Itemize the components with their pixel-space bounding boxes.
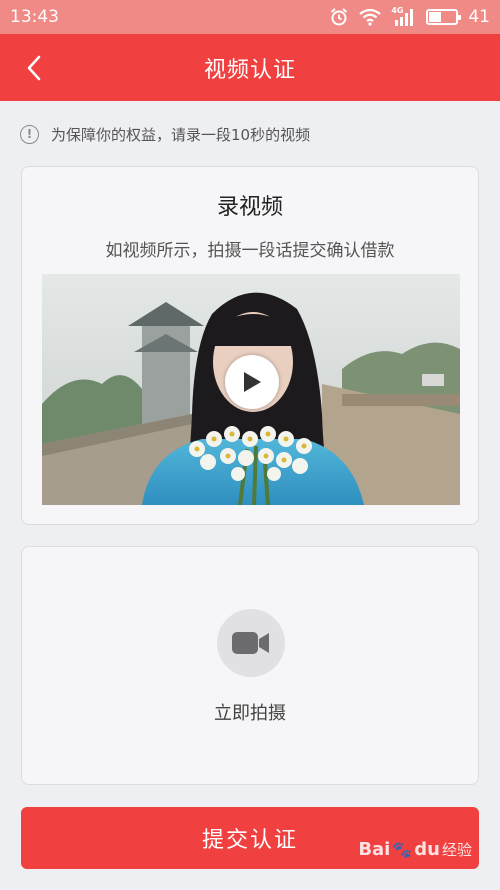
record-label: 立即拍摄 [214, 703, 286, 724]
sample-video-card: 录视频 如视频所示，拍摄一段话提交确认借款 [21, 166, 479, 525]
sample-video[interactable] [42, 274, 460, 505]
status-time: 13:43 [10, 7, 59, 27]
submit-label: 提交认证 [201, 828, 298, 853]
battery-level: 41 [468, 7, 490, 27]
battery-icon [426, 9, 462, 25]
status-bar: 13:43 4G 41 [0, 0, 500, 34]
info-icon: ! [20, 124, 39, 144]
video-card-title: 录视频 [216, 195, 283, 220]
watermark-brand-suffix: du [414, 839, 440, 860]
watermark-brand: Bai [358, 839, 391, 860]
play-icon [244, 372, 261, 392]
wifi-icon [359, 8, 382, 26]
record-button[interactable] [217, 609, 285, 677]
notice-text: 为保障你的权益，请录一段10秒的视频 [51, 125, 311, 144]
page-title: 视频认证 [203, 57, 296, 83]
video-camera-icon [232, 632, 269, 654]
back-button[interactable] [16, 50, 52, 86]
video-card-subtitle: 如视频所示，拍摄一段话提交确认借款 [105, 241, 395, 261]
play-button[interactable] [225, 355, 279, 409]
battery-indicator: 41 [426, 7, 490, 27]
status-icons: 4G 41 [329, 6, 490, 27]
record-video-card[interactable]: 立即拍摄 [21, 546, 479, 785]
app-header: 视频认证 [0, 34, 500, 101]
baidu-jingyan-watermark: Bai 🐾 du 经验 [358, 839, 472, 860]
paw-icon: 🐾 [392, 840, 413, 859]
cellular-signal-icon: 4G [391, 6, 417, 26]
chevron-left-icon [27, 55, 41, 81]
alarm-icon [331, 8, 348, 26]
watermark-product: 经验 [441, 841, 472, 859]
notice-banner: ! 为保障你的权益，请录一段10秒的视频 [20, 122, 310, 146]
